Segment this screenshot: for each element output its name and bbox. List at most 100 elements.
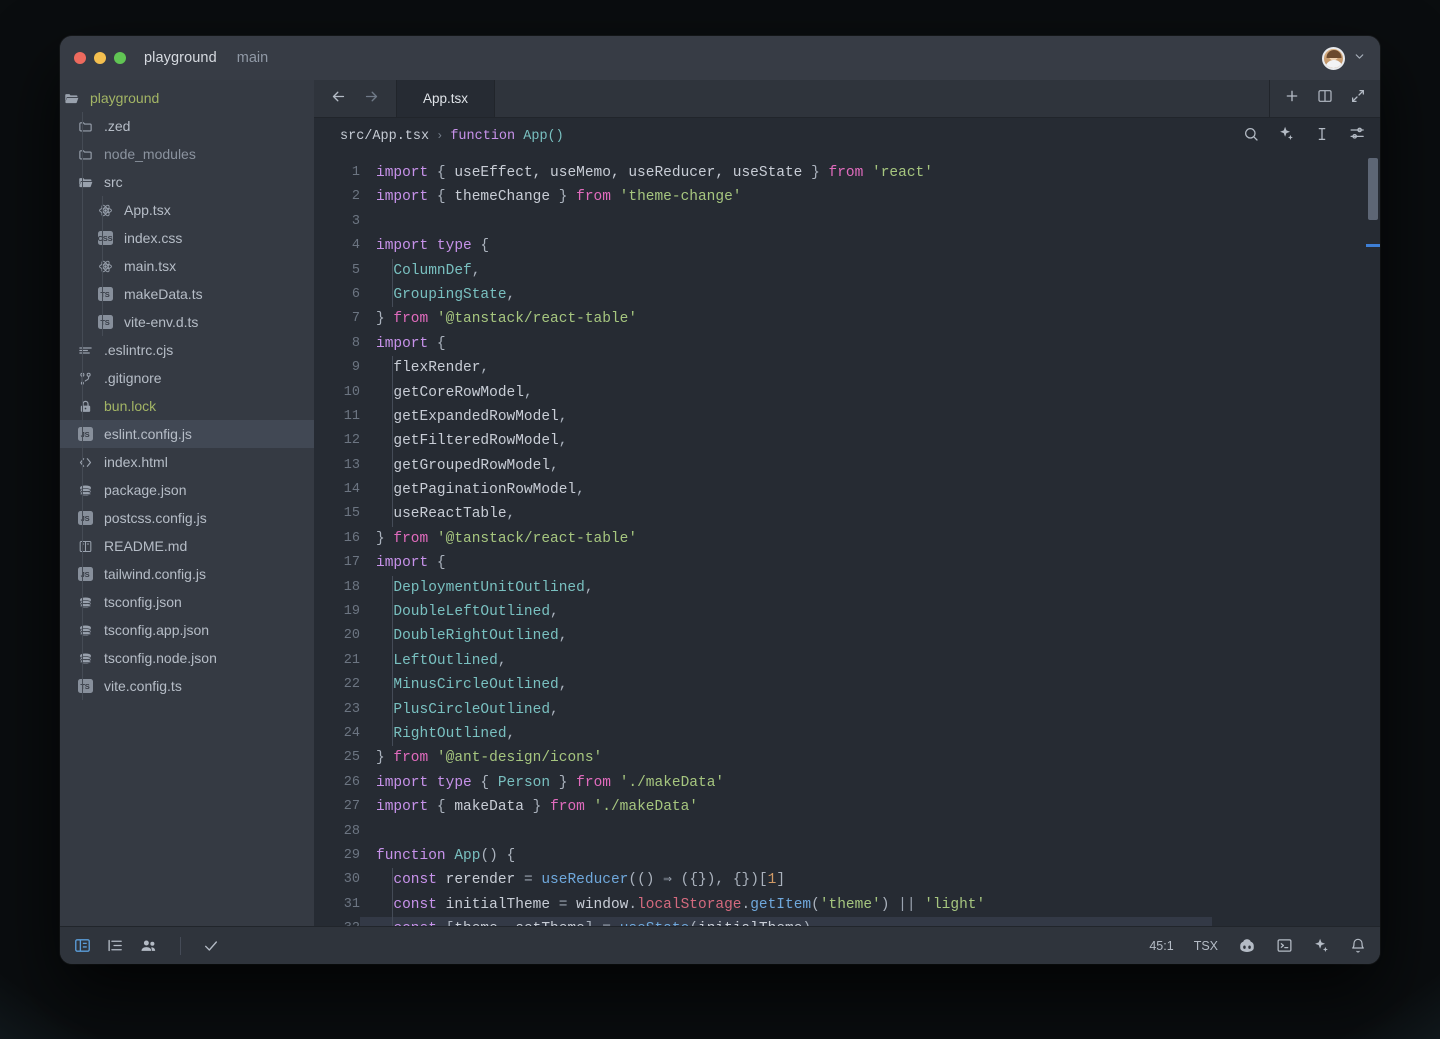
- code-text[interactable]: getExpandedRowModel,: [376, 405, 567, 429]
- code-line[interactable]: 23 PlusCircleOutlined,: [314, 697, 1380, 722]
- code-text[interactable]: getGroupedRowModel,: [376, 454, 558, 478]
- tab-bar-actions[interactable]: [1269, 80, 1380, 117]
- project-panel[interactable]: playground .zed node_modules src App.tsx CSS…: [60, 80, 314, 926]
- code-line[interactable]: 2 import { themeChange } from 'theme-chan…: [314, 185, 1380, 209]
- code-text[interactable]: MinusCircleOutlined,: [376, 673, 567, 697]
- code-text[interactable]: useReactTable,: [376, 502, 515, 526]
- code-line[interactable]: 12 getFilteredRowModel,: [314, 429, 1380, 454]
- code-text[interactable]: flexRender,: [376, 356, 489, 380]
- code-line[interactable]: 8 import {: [314, 332, 1380, 356]
- navigation-buttons[interactable]: [314, 80, 397, 117]
- file-row[interactable]: TS vite-env.d.ts: [60, 308, 314, 336]
- cursor-position[interactable]: 45:1: [1149, 939, 1173, 953]
- code-text[interactable]: getPaginationRowModel,: [376, 478, 584, 502]
- file-row[interactable]: CSS index.css: [60, 224, 314, 252]
- code-line[interactable]: 1 import { useEffect, useMemo, useReducer…: [314, 161, 1380, 185]
- file-tree[interactable]: .zed node_modules src App.tsx CSS index.css ma…: [60, 112, 314, 700]
- file-row[interactable]: .eslintrc.cjs: [60, 336, 314, 364]
- tab-app-tsx[interactable]: App.tsx: [397, 80, 496, 117]
- code-lines[interactable]: 1 import { useEffect, useMemo, useReducer…: [314, 154, 1380, 926]
- file-row[interactable]: TS vite.config.ts: [60, 672, 314, 700]
- code-line[interactable]: 24 RightOutlined,: [314, 721, 1380, 747]
- sparkle-icon[interactable]: [1278, 125, 1295, 147]
- code-line[interactable]: 9 flexRender,: [314, 356, 1380, 381]
- status-bar-right[interactable]: 45:1 TSX: [1149, 937, 1366, 955]
- file-row[interactable]: TS makeData.ts: [60, 280, 314, 308]
- file-row[interactable]: JS tailwind.config.js: [60, 560, 314, 588]
- file-row[interactable]: JS eslint.config.js: [60, 420, 314, 448]
- code-line[interactable]: 20 DoubleRightOutlined,: [314, 624, 1380, 649]
- search-icon[interactable]: [1243, 126, 1259, 147]
- file-row[interactable]: bun.lock: [60, 392, 314, 420]
- assistant-sparkle-icon[interactable]: [1313, 937, 1330, 954]
- code-text[interactable]: LeftOutlined,: [376, 649, 506, 673]
- checkmark-icon[interactable]: [203, 938, 219, 954]
- git-branch-label[interactable]: main: [237, 50, 268, 66]
- code-line[interactable]: 14 getPaginationRowModel,: [314, 478, 1380, 503]
- settings-sliders-icon[interactable]: [1349, 125, 1366, 147]
- code-line[interactable]: 13 getGroupedRowModel,: [314, 453, 1380, 479]
- file-row[interactable]: README.md: [60, 532, 314, 560]
- project-panel-icon[interactable]: [74, 937, 91, 954]
- file-row[interactable]: package.json: [60, 476, 314, 504]
- project-root-row[interactable]: playground: [60, 84, 314, 112]
- code-line[interactable]: 27 import { makeData } from './makeData': [314, 795, 1380, 819]
- file-row[interactable]: tsconfig.json: [60, 588, 314, 616]
- code-line[interactable]: 22 MinusCircleOutlined,: [314, 673, 1380, 698]
- scrollbar-thumb[interactable]: [1368, 158, 1378, 220]
- code-text[interactable]: import { makeData } from './makeData': [376, 795, 698, 819]
- expand-icon[interactable]: [1350, 88, 1366, 109]
- code-text[interactable]: import type {: [376, 234, 489, 258]
- code-line[interactable]: 3: [314, 210, 1380, 234]
- code-text[interactable]: } from '@tanstack/react-table': [376, 527, 637, 551]
- code-text[interactable]: const [theme, setTheme] = useState(initi…: [376, 917, 811, 926]
- code-text[interactable]: } from '@ant-design/icons': [376, 746, 602, 770]
- code-line[interactable]: 25} from '@ant-design/icons': [314, 746, 1380, 770]
- code-line[interactable]: 11 getExpandedRowModel,: [314, 404, 1380, 430]
- text-cursor-icon[interactable]: [1314, 126, 1330, 147]
- code-text[interactable]: const initialTheme = window.localStorage…: [376, 893, 985, 917]
- terminal-icon[interactable]: [1276, 937, 1293, 954]
- code-text[interactable]: ColumnDef,: [376, 259, 480, 283]
- folder-row[interactable]: node_modules: [60, 140, 314, 168]
- collaborators-icon[interactable]: [140, 937, 158, 955]
- outline-panel-icon[interactable]: [107, 937, 124, 954]
- code-text[interactable]: function App() {: [376, 844, 515, 868]
- breadcrumb[interactable]: src/App.tsx › function App(): [314, 118, 1380, 154]
- code-text[interactable]: GroupingState,: [376, 283, 515, 307]
- code-line[interactable]: 28: [314, 820, 1380, 844]
- notifications-bell-icon[interactable]: [1350, 938, 1366, 954]
- file-row[interactable]: .gitignore: [60, 364, 314, 392]
- status-bar-left[interactable]: [74, 936, 219, 955]
- code-text[interactable]: } from '@tanstack/react-table': [376, 307, 637, 331]
- plus-icon[interactable]: [1284, 88, 1300, 109]
- arrow-right-icon[interactable]: [363, 88, 380, 109]
- breadcrumb-path[interactable]: src/App.tsx: [340, 129, 429, 144]
- code-text[interactable]: import {: [376, 551, 446, 575]
- code-line[interactable]: 31 const initialTheme = window.localStor…: [314, 892, 1380, 918]
- code-line[interactable]: 7} from '@tanstack/react-table': [314, 307, 1380, 331]
- code-line[interactable]: 19 DoubleLeftOutlined,: [314, 600, 1380, 625]
- file-row[interactable]: tsconfig.app.json: [60, 616, 314, 644]
- code-text[interactable]: DoubleLeftOutlined,: [376, 600, 558, 624]
- code-text[interactable]: DeploymentUnitOutlined,: [376, 576, 593, 600]
- code-text[interactable]: import {: [376, 332, 446, 356]
- folder-row[interactable]: .zed: [60, 112, 314, 140]
- code-line[interactable]: 16} from '@tanstack/react-table': [314, 527, 1380, 551]
- window-controls[interactable]: [74, 52, 126, 64]
- code-text[interactable]: getFilteredRowModel,: [376, 429, 567, 453]
- avatar[interactable]: [1322, 46, 1345, 70]
- code-text[interactable]: RightOutlined,: [376, 722, 515, 746]
- file-row[interactable]: main.tsx: [60, 252, 314, 280]
- code-line[interactable]: 15 useReactTable,: [314, 502, 1380, 527]
- language-label[interactable]: TSX: [1194, 939, 1218, 953]
- close-window-button[interactable]: [74, 52, 86, 64]
- code-text[interactable]: const rerender = useReducer(() ⇒ ({}), {…: [376, 868, 785, 892]
- folder-row[interactable]: src: [60, 168, 314, 196]
- code-editor[interactable]: 1 import { useEffect, useMemo, useReducer…: [314, 154, 1380, 926]
- code-line[interactable]: 6 GroupingState,: [314, 282, 1380, 308]
- minimize-window-button[interactable]: [94, 52, 106, 64]
- code-line[interactable]: 29 function App() {: [314, 844, 1380, 868]
- code-line[interactable]: 26 import type { Person } from './makeDat…: [314, 771, 1380, 795]
- arrow-left-icon[interactable]: [330, 88, 347, 109]
